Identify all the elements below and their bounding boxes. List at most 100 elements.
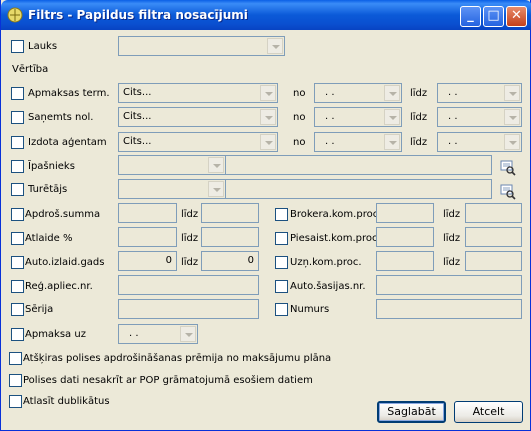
- minimize-button[interactable]: _: [460, 6, 481, 27]
- app-icon: [7, 7, 23, 23]
- chevron-down-icon[interactable]: [504, 109, 520, 125]
- turetajs-input[interactable]: [225, 179, 492, 199]
- polises-dati-label: Polises dati nesakrīt ar POP grāmatojumā…: [23, 375, 313, 386]
- brokera-kom-proc-checkbox[interactable]: [275, 208, 288, 221]
- atlaide-checkbox[interactable]: [11, 232, 24, 245]
- izdota-to-date[interactable]: . .: [437, 132, 522, 152]
- lauks-select[interactable]: [118, 36, 285, 56]
- sanemts-nol-label: Saņemts nol.: [28, 112, 94, 123]
- numurs-input[interactable]: [376, 299, 522, 319]
- close-button[interactable]: ✕: [506, 6, 527, 27]
- apmaksas-no-label: no: [293, 88, 306, 99]
- auto-sasijas-nr-input[interactable]: [376, 275, 522, 295]
- uzn-kom-proc-to[interactable]: [465, 251, 522, 271]
- title-bar[interactable]: Filtrs - Papildus filtra nosacījumi _ □ …: [1, 0, 531, 30]
- sanemts-nol-select[interactable]: Cits...: [118, 107, 278, 127]
- sanemts-lidz-label: līdz: [410, 112, 428, 123]
- piesaist-kom-proc-from[interactable]: [376, 227, 434, 247]
- apdros-summa-from[interactable]: [118, 203, 177, 223]
- uzn-kom-proc-label: Uzņ.kom.proc.: [290, 257, 362, 268]
- apdros-summa-lidz-label: līdz: [181, 209, 199, 220]
- auto-sasijas-nr-checkbox[interactable]: [275, 280, 288, 293]
- auto-izlaid-gads-to[interactable]: 0: [201, 251, 259, 271]
- apmaksas-to-date[interactable]: . .: [437, 83, 522, 103]
- reg-apliec-nr-label: Reģ.apliec.nr.: [25, 281, 93, 292]
- brokera-kom-proc-to[interactable]: [465, 203, 522, 223]
- sanemts-no-label: no: [293, 112, 306, 123]
- chevron-down-icon[interactable]: [260, 85, 276, 101]
- apmaksas-lidz-label: līdz: [410, 88, 428, 99]
- apmaksa-uz-checkbox[interactable]: [11, 328, 24, 341]
- chevron-down-icon[interactable]: [208, 181, 224, 197]
- apmaksa-uz-label: Apmaksa uz: [25, 329, 86, 340]
- search-icon[interactable]: [500, 160, 516, 176]
- apmaksas-from-date[interactable]: . .: [314, 83, 402, 103]
- chevron-down-icon[interactable]: [504, 85, 520, 101]
- apdros-summa-checkbox[interactable]: [11, 208, 24, 221]
- serija-input[interactable]: [118, 299, 259, 319]
- turetajs-select[interactable]: [118, 179, 226, 199]
- auto-gads-lidz-label: līdz: [181, 257, 199, 268]
- izdota-to-value: . .: [448, 136, 458, 147]
- vertiba-heading: Vērtība: [12, 64, 49, 75]
- izdota-from-value: . .: [325, 136, 335, 147]
- apdros-summa-to[interactable]: [201, 203, 259, 223]
- izdota-agentam-checkbox[interactable]: [11, 136, 24, 149]
- izdota-no-label: no: [293, 137, 306, 148]
- auto-izlaid-gads-to-value: 0: [247, 255, 254, 266]
- chevron-down-icon[interactable]: [260, 109, 276, 125]
- apmaksas-term-checkbox[interactable]: [11, 87, 24, 100]
- maximize-button[interactable]: □: [483, 6, 504, 27]
- brokera-kom-proc-label: Brokera.kom.proc.: [290, 209, 382, 220]
- uzn-lidz-label: līdz: [443, 257, 461, 268]
- chevron-down-icon[interactable]: [504, 134, 520, 150]
- atlaide-to[interactable]: [201, 227, 259, 247]
- sanemts-to-date[interactable]: . .: [437, 107, 522, 127]
- reg-apliec-nr-input[interactable]: [118, 275, 259, 295]
- atlasit-dublikatus-label: Atlasīt dublikātus: [23, 396, 110, 407]
- chevron-down-icon[interactable]: [180, 326, 196, 342]
- chevron-down-icon[interactable]: [267, 38, 283, 54]
- chevron-down-icon[interactable]: [384, 134, 400, 150]
- serija-checkbox[interactable]: [11, 303, 24, 316]
- numurs-label: Numurs: [290, 304, 330, 315]
- search-icon[interactable]: [500, 184, 516, 200]
- auto-izlaid-gads-checkbox[interactable]: [11, 256, 24, 269]
- apmaksas-term-select[interactable]: Cits...: [118, 83, 278, 103]
- save-button[interactable]: Saglabāt: [377, 401, 446, 423]
- brokera-kom-proc-from[interactable]: [376, 203, 434, 223]
- sanemts-from-date[interactable]: . .: [314, 107, 402, 127]
- apmaksas-to-value: . .: [448, 87, 458, 98]
- polises-dati-checkbox[interactable]: [9, 374, 22, 387]
- atlaide-lidz-label: līdz: [181, 233, 199, 244]
- uzn-kom-proc-from[interactable]: [376, 251, 434, 271]
- chevron-down-icon[interactable]: [384, 109, 400, 125]
- izdota-lidz-label: līdz: [410, 137, 428, 148]
- piesaist-kom-proc-checkbox[interactable]: [275, 232, 288, 245]
- atlasit-dublikatus-checkbox[interactable]: [9, 395, 22, 408]
- izdota-agentam-select[interactable]: Cits...: [118, 132, 278, 152]
- ipasnieks-select[interactable]: [118, 155, 226, 175]
- chevron-down-icon[interactable]: [208, 157, 224, 173]
- turetajs-label: Turētājs: [28, 184, 68, 195]
- chevron-down-icon[interactable]: [384, 85, 400, 101]
- apdros-summa-label: Apdroš.summa: [25, 209, 101, 220]
- ipasnieks-input[interactable]: [225, 155, 492, 175]
- numurs-checkbox[interactable]: [275, 303, 288, 316]
- uzn-kom-proc-checkbox[interactable]: [275, 256, 288, 269]
- atskiras-checkbox[interactable]: [9, 352, 22, 365]
- turetajs-checkbox[interactable]: [11, 183, 24, 196]
- reg-apliec-nr-checkbox[interactable]: [11, 280, 24, 293]
- apmaksa-uz-date[interactable]: . .: [118, 324, 198, 344]
- atlaide-from[interactable]: [118, 227, 177, 247]
- izdota-from-date[interactable]: . .: [314, 132, 402, 152]
- ipasnieks-label: Īpašnieks: [28, 161, 75, 172]
- cancel-button[interactable]: Atcelt: [454, 401, 523, 423]
- piesaist-kom-proc-to[interactable]: [465, 227, 522, 247]
- sanemts-nol-checkbox[interactable]: [11, 111, 24, 124]
- ipasnieks-checkbox[interactable]: [11, 160, 24, 173]
- piesaist-kom-proc-label: Piesaist.kom.proc.: [290, 233, 381, 244]
- chevron-down-icon[interactable]: [260, 134, 276, 150]
- auto-izlaid-gads-from[interactable]: 0: [118, 251, 177, 271]
- lauks-checkbox[interactable]: [11, 40, 24, 53]
